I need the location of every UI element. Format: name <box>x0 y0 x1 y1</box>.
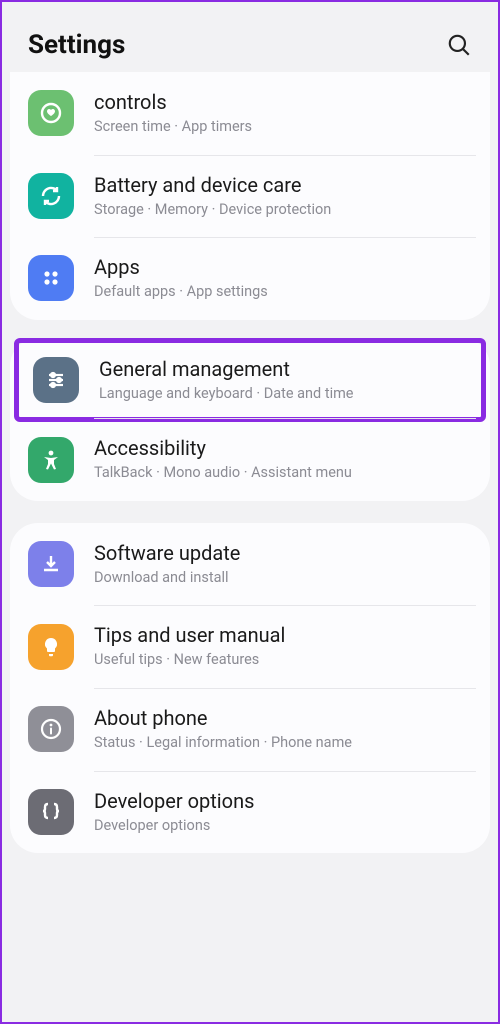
row-subtitle: Status · Legal information · Phone name <box>94 733 480 753</box>
sliders-icon <box>33 357 79 403</box>
row-subtitle: Developer options <box>94 816 480 836</box>
row-title: controls <box>94 90 480 114</box>
row-battery[interactable]: Battery and device care Storage · Memory… <box>10 155 490 238</box>
row-subtitle: Screen time · App timers <box>94 117 480 137</box>
search-button[interactable] <box>446 32 472 58</box>
settings-group-2: General management Language and keyboard… <box>10 338 490 501</box>
row-text: controls Screen time · App timers <box>94 90 480 137</box>
row-general-management[interactable]: General management Language and keyboard… <box>14 338 486 423</box>
settings-group-3: Software update Download and install Tip… <box>10 523 490 853</box>
row-text: Accessibility TalkBack · Mono audio · As… <box>94 436 480 483</box>
page-title: Settings <box>28 30 125 60</box>
row-subtitle: Download and install <box>94 568 480 588</box>
row-tips[interactable]: Tips and user manual Useful tips · New f… <box>10 605 490 688</box>
row-controls[interactable]: controls Screen time · App timers <box>10 72 490 155</box>
row-about-phone[interactable]: About phone Status · Legal information ·… <box>10 688 490 771</box>
row-accessibility[interactable]: Accessibility TalkBack · Mono audio · As… <box>10 418 490 501</box>
row-text: Tips and user manual Useful tips · New f… <box>94 623 480 670</box>
row-text: Software update Download and install <box>94 541 480 588</box>
row-title: Software update <box>94 541 480 565</box>
row-developer-options[interactable]: Developer options Developer options <box>10 771 490 854</box>
row-text: Apps Default apps · App settings <box>94 255 480 302</box>
row-title: Tips and user manual <box>94 623 480 647</box>
row-title: Developer options <box>94 789 480 813</box>
row-software-update[interactable]: Software update Download and install <box>10 523 490 606</box>
braces-icon <box>28 789 74 835</box>
row-subtitle: Storage · Memory · Device protection <box>94 200 480 220</box>
apps-grid-icon <box>28 255 74 301</box>
header: Settings <box>2 2 498 78</box>
heart-circle-icon <box>28 90 74 136</box>
row-subtitle: Language and keyboard · Date and time <box>99 384 475 404</box>
row-title: Battery and device care <box>94 173 480 197</box>
accessibility-icon <box>28 437 74 483</box>
download-icon <box>28 541 74 587</box>
lightbulb-icon <box>28 624 74 670</box>
row-text: General management Language and keyboard… <box>99 357 475 404</box>
row-text: Developer options Developer options <box>94 789 480 836</box>
row-subtitle: TalkBack · Mono audio · Assistant menu <box>94 463 480 483</box>
row-title: About phone <box>94 706 480 730</box>
row-text: Battery and device care Storage · Memory… <box>94 173 480 220</box>
row-apps[interactable]: Apps Default apps · App settings <box>10 237 490 320</box>
search-icon <box>446 32 472 58</box>
row-title: General management <box>99 357 475 381</box>
info-icon <box>28 706 74 752</box>
row-text: About phone Status · Legal information ·… <box>94 706 480 753</box>
row-title: Apps <box>94 255 480 279</box>
row-subtitle: Default apps · App settings <box>94 282 480 302</box>
settings-group-1: controls Screen time · App timers Batter… <box>10 72 490 320</box>
row-subtitle: Useful tips · New features <box>94 650 480 670</box>
row-title: Accessibility <box>94 436 480 460</box>
refresh-icon <box>28 173 74 219</box>
